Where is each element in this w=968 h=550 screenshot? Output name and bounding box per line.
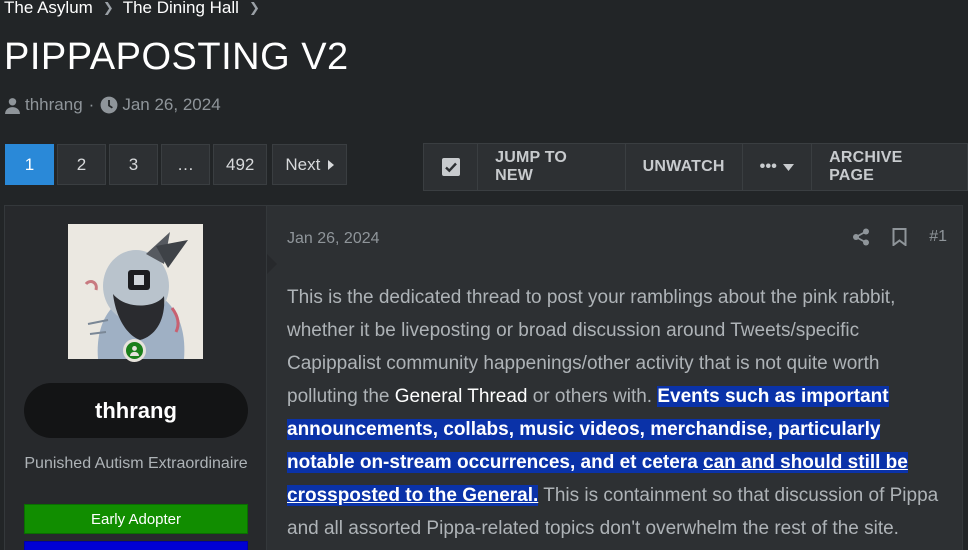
caret-down-icon: [783, 163, 795, 171]
breadcrumb: The Asylum ❯ The Dining Hall ❯: [4, 0, 269, 18]
checkbox-icon: [441, 158, 460, 176]
post-text-part-2: or others with.: [527, 386, 658, 407]
select-checkbox[interactable]: [424, 144, 479, 190]
breadcrumb-item-dining-hall[interactable]: The Dining Hall: [123, 0, 239, 18]
general-thread-link[interactable]: General Thread: [395, 386, 528, 407]
meta-separator: ·: [88, 95, 95, 114]
user-online-icon: [130, 346, 139, 356]
unwatch-button[interactable]: UNWATCH: [626, 144, 743, 190]
user-banner-early-adopter: Early Adopter: [24, 504, 248, 534]
post: thhrang Punished Autism Extraordinaire E…: [4, 205, 963, 550]
online-status-icon: [123, 339, 146, 362]
jump-to-new-button[interactable]: JUMP TO NEW: [478, 144, 626, 190]
share-icon[interactable]: [852, 228, 870, 246]
page-2-button[interactable]: 2: [57, 144, 106, 185]
thread-author[interactable]: thhrang: [25, 95, 83, 115]
chevron-right-icon: ❯: [102, 0, 114, 15]
pagination: 1 2 3 … 492 Next: [5, 144, 348, 185]
thread-meta: thhrang · Jan 26, 2024: [4, 95, 221, 115]
clock-icon: [100, 96, 118, 114]
user-banner-word-smith: Word Smith: [24, 541, 248, 550]
caret-right-icon: [328, 159, 335, 170]
post-user-cell: thhrang Punished Autism Extraordinaire E…: [5, 206, 277, 550]
more-options-button[interactable]: •••: [743, 144, 813, 190]
post-text: This is the dedicated thread to post you…: [287, 281, 947, 545]
page-1-button[interactable]: 1: [5, 144, 54, 185]
bookmark-icon[interactable]: [892, 228, 907, 246]
post-number[interactable]: #1: [929, 228, 947, 246]
page-3-button[interactable]: 3: [109, 144, 158, 185]
user-title: Punished Autism Extraordinaire: [24, 455, 248, 472]
next-label: Next: [285, 154, 321, 174]
breadcrumb-item-asylum[interactable]: The Asylum: [4, 0, 93, 18]
page-title: PIPPAPOSTING V2: [4, 36, 349, 78]
user-icon: [5, 97, 20, 114]
page-last-button[interactable]: 492: [213, 144, 268, 185]
archive-page-button[interactable]: ARCHIVE PAGE: [812, 144, 967, 190]
more-dots-icon: •••: [759, 158, 778, 175]
page-jump-ellipsis[interactable]: …: [161, 144, 210, 185]
post-date[interactable]: Jan 26, 2024: [287, 230, 380, 248]
chevron-right-icon: ❯: [248, 0, 260, 15]
thread-date[interactable]: Jan 26, 2024: [122, 95, 220, 115]
post-username[interactable]: thhrang: [24, 383, 248, 438]
next-page-button[interactable]: Next: [272, 144, 348, 185]
thread-toolbar: JUMP TO NEW UNWATCH ••• ARCHIVE PAGE: [423, 143, 968, 191]
post-actions: #1: [852, 228, 947, 246]
